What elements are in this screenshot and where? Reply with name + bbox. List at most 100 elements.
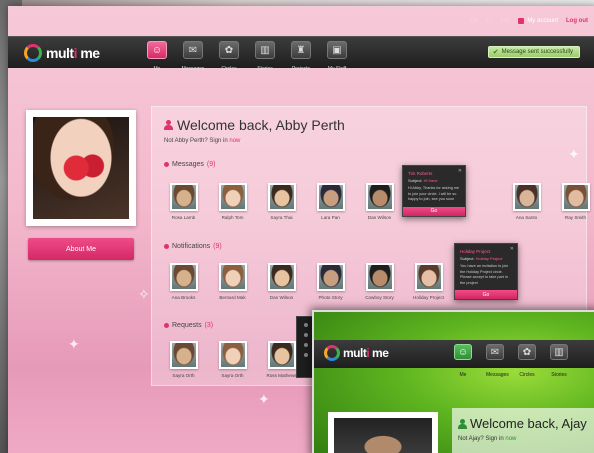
bullet-icon xyxy=(164,162,169,167)
sign-in-now-link[interactable]: now xyxy=(229,138,240,144)
language-es-link[interactable]: Esp xyxy=(500,18,510,24)
green-profile-photo[interactable] xyxy=(328,412,438,453)
avatar xyxy=(365,183,394,211)
nav-item-me[interactable]: ☺ Me xyxy=(144,41,170,72)
contact-name: Ray Smith xyxy=(564,215,587,220)
avatar xyxy=(561,183,590,211)
logo-ring-icon xyxy=(324,345,340,361)
not-user-line: Not Abby Perth? Sign in now xyxy=(164,138,241,144)
notifications-heading[interactable]: Notifications (9) xyxy=(164,243,222,250)
requests-heading[interactable]: Requests (3) xyxy=(164,322,213,329)
requests-row: Sayra Orth Sayra Orth Ross Mathews xyxy=(164,341,301,378)
contact-name: Sayra Thai xyxy=(270,215,293,220)
contact-tile[interactable]: Bernard Mak xyxy=(213,263,252,300)
envelope-icon[interactable]: ✉ xyxy=(486,344,504,360)
nav-item-circles[interactable]: ✿ Circles xyxy=(216,41,242,72)
contact-tile[interactable]: Ralph Tom xyxy=(213,183,252,220)
avatar xyxy=(218,183,247,211)
language-fr-link[interactable]: Fr xyxy=(486,18,492,24)
contact-name: Lara Pan xyxy=(321,215,340,220)
logout-link[interactable]: Log out xyxy=(566,18,588,24)
avatar xyxy=(267,183,296,211)
close-icon[interactable]: ✕ xyxy=(510,246,514,252)
about-me-button[interactable]: About Me xyxy=(28,238,134,260)
box-icon: ▣ xyxy=(327,41,347,59)
messages-row: Rosa Lamb Ralph Tom Sayra Thai Lara Pan Dan … xyxy=(164,183,594,220)
contact-tile[interactable]: Dan Wilson xyxy=(262,263,301,300)
multime-logo[interactable]: multi me xyxy=(324,345,389,361)
popup-title: Holiday Project xyxy=(460,249,491,254)
popup-go-button[interactable]: Go xyxy=(455,290,517,299)
contact-tile[interactable]: Dan Wilson xyxy=(360,183,399,220)
nav-label: Projects xyxy=(291,66,311,72)
multime-logo[interactable]: multi me xyxy=(24,44,100,62)
green-welcome-heading: Welcome back, Ajay xyxy=(458,416,587,431)
contact-tile[interactable]: Ray Smith xyxy=(556,183,594,220)
avatar xyxy=(365,263,394,291)
contact-tile[interactable]: Sayra Orth xyxy=(213,341,252,378)
toast-message: Message sent successfully xyxy=(501,49,573,55)
book-icon: ▥ xyxy=(255,41,275,59)
contact-name: Photo Story xyxy=(318,295,343,300)
popup-go-button[interactable]: Go xyxy=(403,206,465,216)
checkmark-icon: ✔ xyxy=(492,49,499,56)
book-icon[interactable]: ▥ xyxy=(550,344,568,360)
profile-photo xyxy=(33,117,129,219)
face-icon[interactable]: ☺ xyxy=(454,344,472,360)
account-icon xyxy=(518,18,525,24)
sparkle-decoration: ✦ xyxy=(68,336,80,352)
person-icon xyxy=(164,120,173,130)
sparkle-decoration: ✦ xyxy=(258,391,270,407)
welcome-heading: Welcome back, Abby Perth xyxy=(164,117,345,133)
circles-icon[interactable]: ✿ xyxy=(518,344,536,360)
contact-name: Sayra Orth xyxy=(172,373,195,378)
nav-item-messages[interactable]: ✉ Messages xyxy=(180,41,206,72)
popup-subject: Subject: Hi there xyxy=(408,178,438,183)
nav-item-my-stuff[interactable]: ▣ My Stuff xyxy=(324,41,350,72)
contact-tile[interactable]: Rosa Lamb xyxy=(164,183,203,220)
my-account-link[interactable]: My account xyxy=(518,18,558,24)
easel-icon: ♜ xyxy=(291,41,311,59)
contact-name: Ana Santo xyxy=(515,215,538,220)
welcome-title: Welcome back, Abby Perth xyxy=(177,117,345,133)
contact-tile[interactable]: Cowboy Story xyxy=(360,263,399,300)
bullet-icon xyxy=(164,244,169,249)
main-nav: ☺ Me ✉ Messages ✿ Circles ▥ Stories ♜ Projects ▣ My… xyxy=(144,41,350,72)
nav-item-projects[interactable]: ♜ Projects xyxy=(288,41,314,72)
top-navigation-bar: multi me ☺ Me ✉ Messages ✿ Circles ▥ Stories ♜ Pr… xyxy=(8,36,594,72)
contact-tile[interactable]: Sayra Thai xyxy=(262,183,301,220)
nav-label: Circles xyxy=(221,66,237,72)
green-app-window: multi me ☺ ✉ ✿ ▥ Me Messages Circles Stories W… xyxy=(312,310,594,453)
contact-name: Cowboy Story xyxy=(365,295,394,300)
popup-body: You have an invitation to join the Holid… xyxy=(460,264,509,285)
popup-subject: Subject: Holiday Project xyxy=(460,256,503,261)
green-welcome-title: Welcome back, Ajay xyxy=(470,416,587,431)
sign-in-now-link[interactable]: now xyxy=(505,436,516,442)
green-dashboard-panel: Welcome back, Ajay Not Ajay? Sign in now xyxy=(452,408,594,453)
contact-name: Sayra Orth xyxy=(221,373,244,378)
avatar xyxy=(316,263,345,291)
nav-item-stories[interactable]: ▥ Stories xyxy=(252,41,278,72)
nav-label: My Stuff xyxy=(327,66,347,72)
contact-tile[interactable]: Holiday Project xyxy=(409,263,448,300)
my-account-label: My account xyxy=(527,18,558,24)
close-icon[interactable]: ✕ xyxy=(458,168,462,174)
success-toast: ✔ Message sent successfully xyxy=(487,46,580,58)
avatar xyxy=(169,263,198,291)
contact-name: Dan Wilson xyxy=(269,295,294,300)
language-en-link[interactable]: En xyxy=(471,18,478,24)
contact-tile[interactable]: Photo Story xyxy=(311,263,350,300)
logo-ring-icon xyxy=(24,44,42,62)
messages-heading[interactable]: Messages (9) xyxy=(164,161,215,168)
profile-photo-frame[interactable] xyxy=(26,110,136,226)
contact-name: Ross Mathews xyxy=(266,373,297,378)
popup-sender: Tim Roberts xyxy=(408,171,433,176)
contact-tile[interactable]: Ana Brooks xyxy=(164,263,203,300)
contact-tile[interactable]: Lara Pan xyxy=(311,183,350,220)
notifications-row: Ana Brooks Bernard Mak Dan Wilson Photo Sto… xyxy=(164,263,448,300)
logo-wordmark: multi me xyxy=(46,45,100,61)
contact-tile[interactable]: Sayra Orth xyxy=(164,341,203,378)
contact-name: Holiday Project xyxy=(413,295,444,300)
green-nav-labels: Me Messages Circles Stories xyxy=(454,372,568,378)
contact-tile[interactable]: Ana Santo xyxy=(507,183,546,220)
